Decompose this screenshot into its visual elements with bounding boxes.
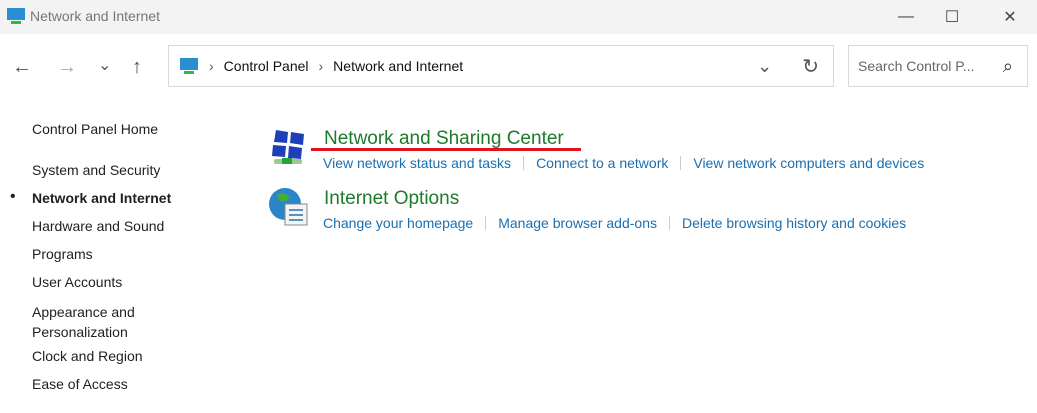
sidebar-item-appearance[interactable]: Appearance and Personalization bbox=[32, 302, 162, 342]
window-title: Network and Internet bbox=[30, 8, 160, 24]
network-sharing-links: View network status and tasks Connect to… bbox=[323, 155, 924, 171]
sidebar-item-hardware-sound[interactable]: Hardware and Sound bbox=[32, 218, 164, 234]
sidebar-item-network-internet[interactable]: Network and Internet bbox=[32, 190, 171, 206]
close-button[interactable]: ✕ bbox=[987, 0, 1033, 34]
network-sharing-center-heading[interactable]: Network and Sharing Center bbox=[324, 128, 564, 150]
breadcrumb-network-and-internet[interactable]: Network and Internet bbox=[333, 58, 463, 74]
internet-options-links: Change your homepage Manage browser add-… bbox=[323, 215, 906, 231]
view-network-status-link[interactable]: View network status and tasks bbox=[323, 155, 511, 171]
back-button[interactable]: ← bbox=[12, 56, 32, 79]
network-icon bbox=[180, 58, 198, 74]
search-box[interactable]: Search Control P... ⌕ bbox=[848, 45, 1028, 87]
sidebar-item-clock-region[interactable]: Clock and Region bbox=[32, 348, 143, 364]
search-input[interactable]: Search Control P... bbox=[858, 58, 974, 74]
internet-options-heading[interactable]: Internet Options bbox=[324, 188, 459, 210]
connect-to-network-link[interactable]: Connect to a network bbox=[536, 155, 668, 171]
breadcrumb-separator: › bbox=[318, 58, 324, 74]
up-button[interactable]: ↑ bbox=[132, 56, 142, 79]
title-bar: Network and Internet — ☐ ✕ bbox=[0, 0, 1037, 34]
forward-button[interactable]: → bbox=[57, 56, 77, 79]
internet-options-icon bbox=[269, 188, 308, 226]
address-bar[interactable]: › Control Panel › Network and Internet ⌄… bbox=[168, 45, 834, 87]
separator bbox=[485, 216, 487, 230]
search-icon[interactable]: ⌕ bbox=[1003, 56, 1013, 77]
separator bbox=[669, 216, 670, 230]
address-dropdown-button[interactable]: ⌄ bbox=[757, 56, 772, 77]
sidebar-item-ease-of-access[interactable]: Ease of Access bbox=[32, 376, 128, 392]
sidebar-control-panel-home[interactable]: Control Panel Home bbox=[32, 121, 158, 137]
breadcrumb-control-panel[interactable]: Control Panel bbox=[224, 58, 309, 74]
recent-locations-button[interactable]: ⌄ bbox=[98, 55, 111, 75]
change-homepage-link[interactable]: Change your homepage bbox=[323, 215, 473, 231]
active-bullet: • bbox=[10, 188, 16, 205]
sidebar-item-system-security[interactable]: System and Security bbox=[32, 162, 160, 178]
breadcrumb-separator: › bbox=[209, 58, 214, 74]
manage-addons-link[interactable]: Manage browser add-ons bbox=[498, 215, 657, 231]
network-icon bbox=[7, 8, 25, 24]
maximize-button[interactable]: ☐ bbox=[929, 0, 975, 34]
view-network-computers-link[interactable]: View network computers and devices bbox=[693, 155, 924, 171]
refresh-button[interactable]: ↻ bbox=[802, 54, 819, 79]
sidebar-item-programs[interactable]: Programs bbox=[32, 246, 93, 262]
sidebar-item-user-accounts[interactable]: User Accounts bbox=[32, 274, 122, 290]
minimize-button[interactable]: — bbox=[883, 0, 929, 34]
network-sharing-icon bbox=[272, 130, 304, 164]
separator bbox=[680, 156, 682, 170]
delete-history-link[interactable]: Delete browsing history and cookies bbox=[682, 215, 906, 231]
separator bbox=[523, 156, 525, 170]
red-annotation-underline bbox=[311, 148, 581, 151]
